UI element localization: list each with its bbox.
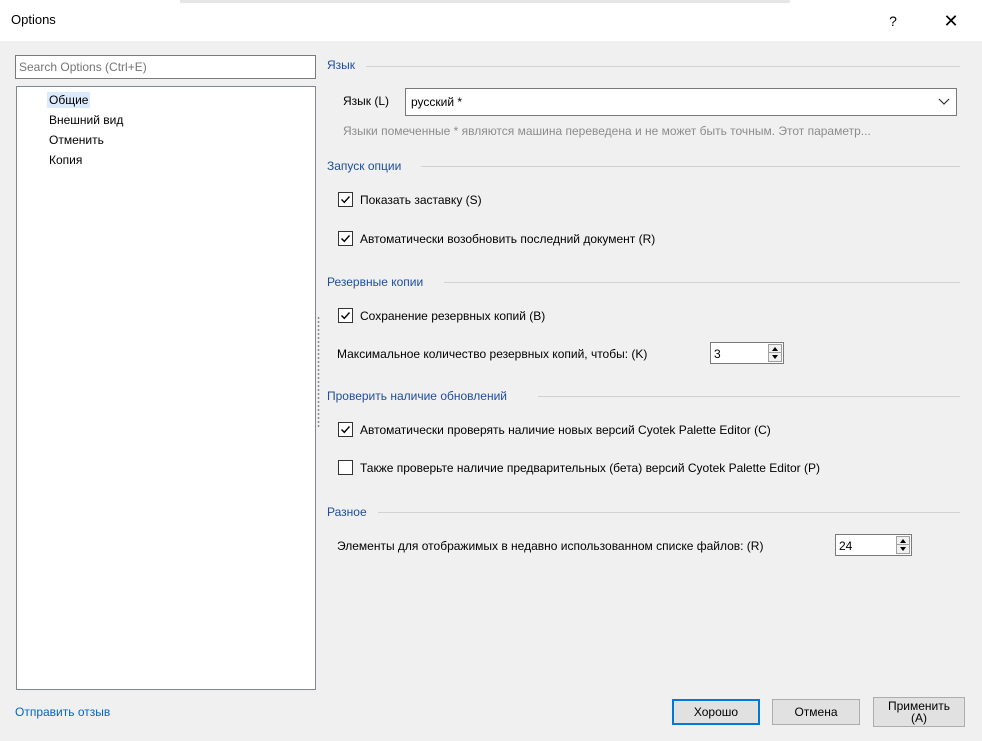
apply-button-shortcut: (A) xyxy=(911,711,927,725)
section-title-language: Язык xyxy=(327,58,356,72)
language-selected-value: русский * xyxy=(411,95,463,109)
show-splash-label[interactable]: Показать заставку (S) xyxy=(360,193,482,207)
section-divider xyxy=(366,66,960,67)
max-backups-label: Максимальное количество резервных копий,… xyxy=(337,347,648,361)
language-combobox[interactable]: русский * xyxy=(405,88,957,116)
checkmark-icon xyxy=(341,312,351,320)
spin-buttons[interactable] xyxy=(768,344,782,362)
section-title-startup: Запуск опции xyxy=(327,159,402,173)
title-bar xyxy=(0,0,982,41)
section-title-misc: Разное xyxy=(327,505,367,519)
window-title: Options xyxy=(11,12,56,27)
arrow-down-icon xyxy=(900,547,906,551)
tree-item-appearance[interactable]: Внешний вид xyxy=(47,112,125,128)
help-button[interactable]: ? xyxy=(881,10,905,32)
max-backups-stepper[interactable]: 3 xyxy=(710,342,784,364)
panel-splitter[interactable] xyxy=(317,316,320,428)
ok-button[interactable]: Хорошо xyxy=(672,699,760,725)
language-hint: Языки помеченные * являются машина перев… xyxy=(343,124,871,138)
recent-files-stepper[interactable]: 24 xyxy=(835,534,912,556)
language-label: Язык (L) xyxy=(343,94,390,108)
max-backups-value: 3 xyxy=(714,347,721,361)
checkmark-icon xyxy=(341,196,351,204)
section-title-updates: Проверить наличие обновлений xyxy=(327,389,507,403)
auto-resume-checkbox[interactable] xyxy=(338,231,353,246)
auto-resume-label[interactable]: Автоматически возобновить последний доку… xyxy=(360,232,655,246)
apply-button[interactable]: Применить (A) xyxy=(873,697,965,727)
check-beta-checkbox[interactable] xyxy=(338,460,353,475)
section-divider xyxy=(378,512,960,513)
spin-down-button[interactable] xyxy=(769,353,781,361)
tree-item-general[interactable]: Общие xyxy=(47,92,91,108)
auto-check-updates-label[interactable]: Автоматически проверять наличие новых ве… xyxy=(360,423,771,437)
spin-down-button[interactable] xyxy=(897,545,909,553)
send-feedback-link[interactable]: Отправить отзыв xyxy=(15,705,110,719)
options-category-tree[interactable]: Общие Внешний вид Отменить Копия xyxy=(16,86,316,690)
arrow-up-icon xyxy=(772,347,778,351)
tree-item-undo[interactable]: Отменить xyxy=(47,132,106,148)
recent-files-label: Элементы для отображимых в недавно испол… xyxy=(337,539,764,553)
section-divider xyxy=(444,282,960,283)
auto-check-updates-checkbox[interactable] xyxy=(338,422,353,437)
checkmark-icon xyxy=(341,426,351,434)
show-splash-checkbox[interactable] xyxy=(338,192,353,207)
save-backups-label[interactable]: Сохранение резервных копий (B) xyxy=(360,309,545,323)
save-backups-checkbox[interactable] xyxy=(338,308,353,323)
search-options-input[interactable] xyxy=(15,55,316,79)
spin-up-button[interactable] xyxy=(897,537,909,545)
close-button[interactable]: ✕ xyxy=(937,10,965,32)
spin-buttons[interactable] xyxy=(896,536,910,554)
section-divider xyxy=(421,166,960,167)
chevron-down-icon xyxy=(938,98,950,105)
background-window-strip xyxy=(180,0,790,3)
section-divider xyxy=(538,396,960,397)
arrow-down-icon xyxy=(772,355,778,359)
spin-up-button[interactable] xyxy=(769,345,781,353)
tree-item-backup[interactable]: Копия xyxy=(47,152,84,168)
section-title-backups: Резервные копии xyxy=(327,275,424,289)
cancel-button[interactable]: Отмена xyxy=(772,699,860,725)
recent-files-value: 24 xyxy=(839,539,853,553)
check-beta-label[interactable]: Также проверьте наличие предварительных … xyxy=(360,461,820,475)
arrow-up-icon xyxy=(900,539,906,543)
checkmark-icon xyxy=(341,235,351,243)
